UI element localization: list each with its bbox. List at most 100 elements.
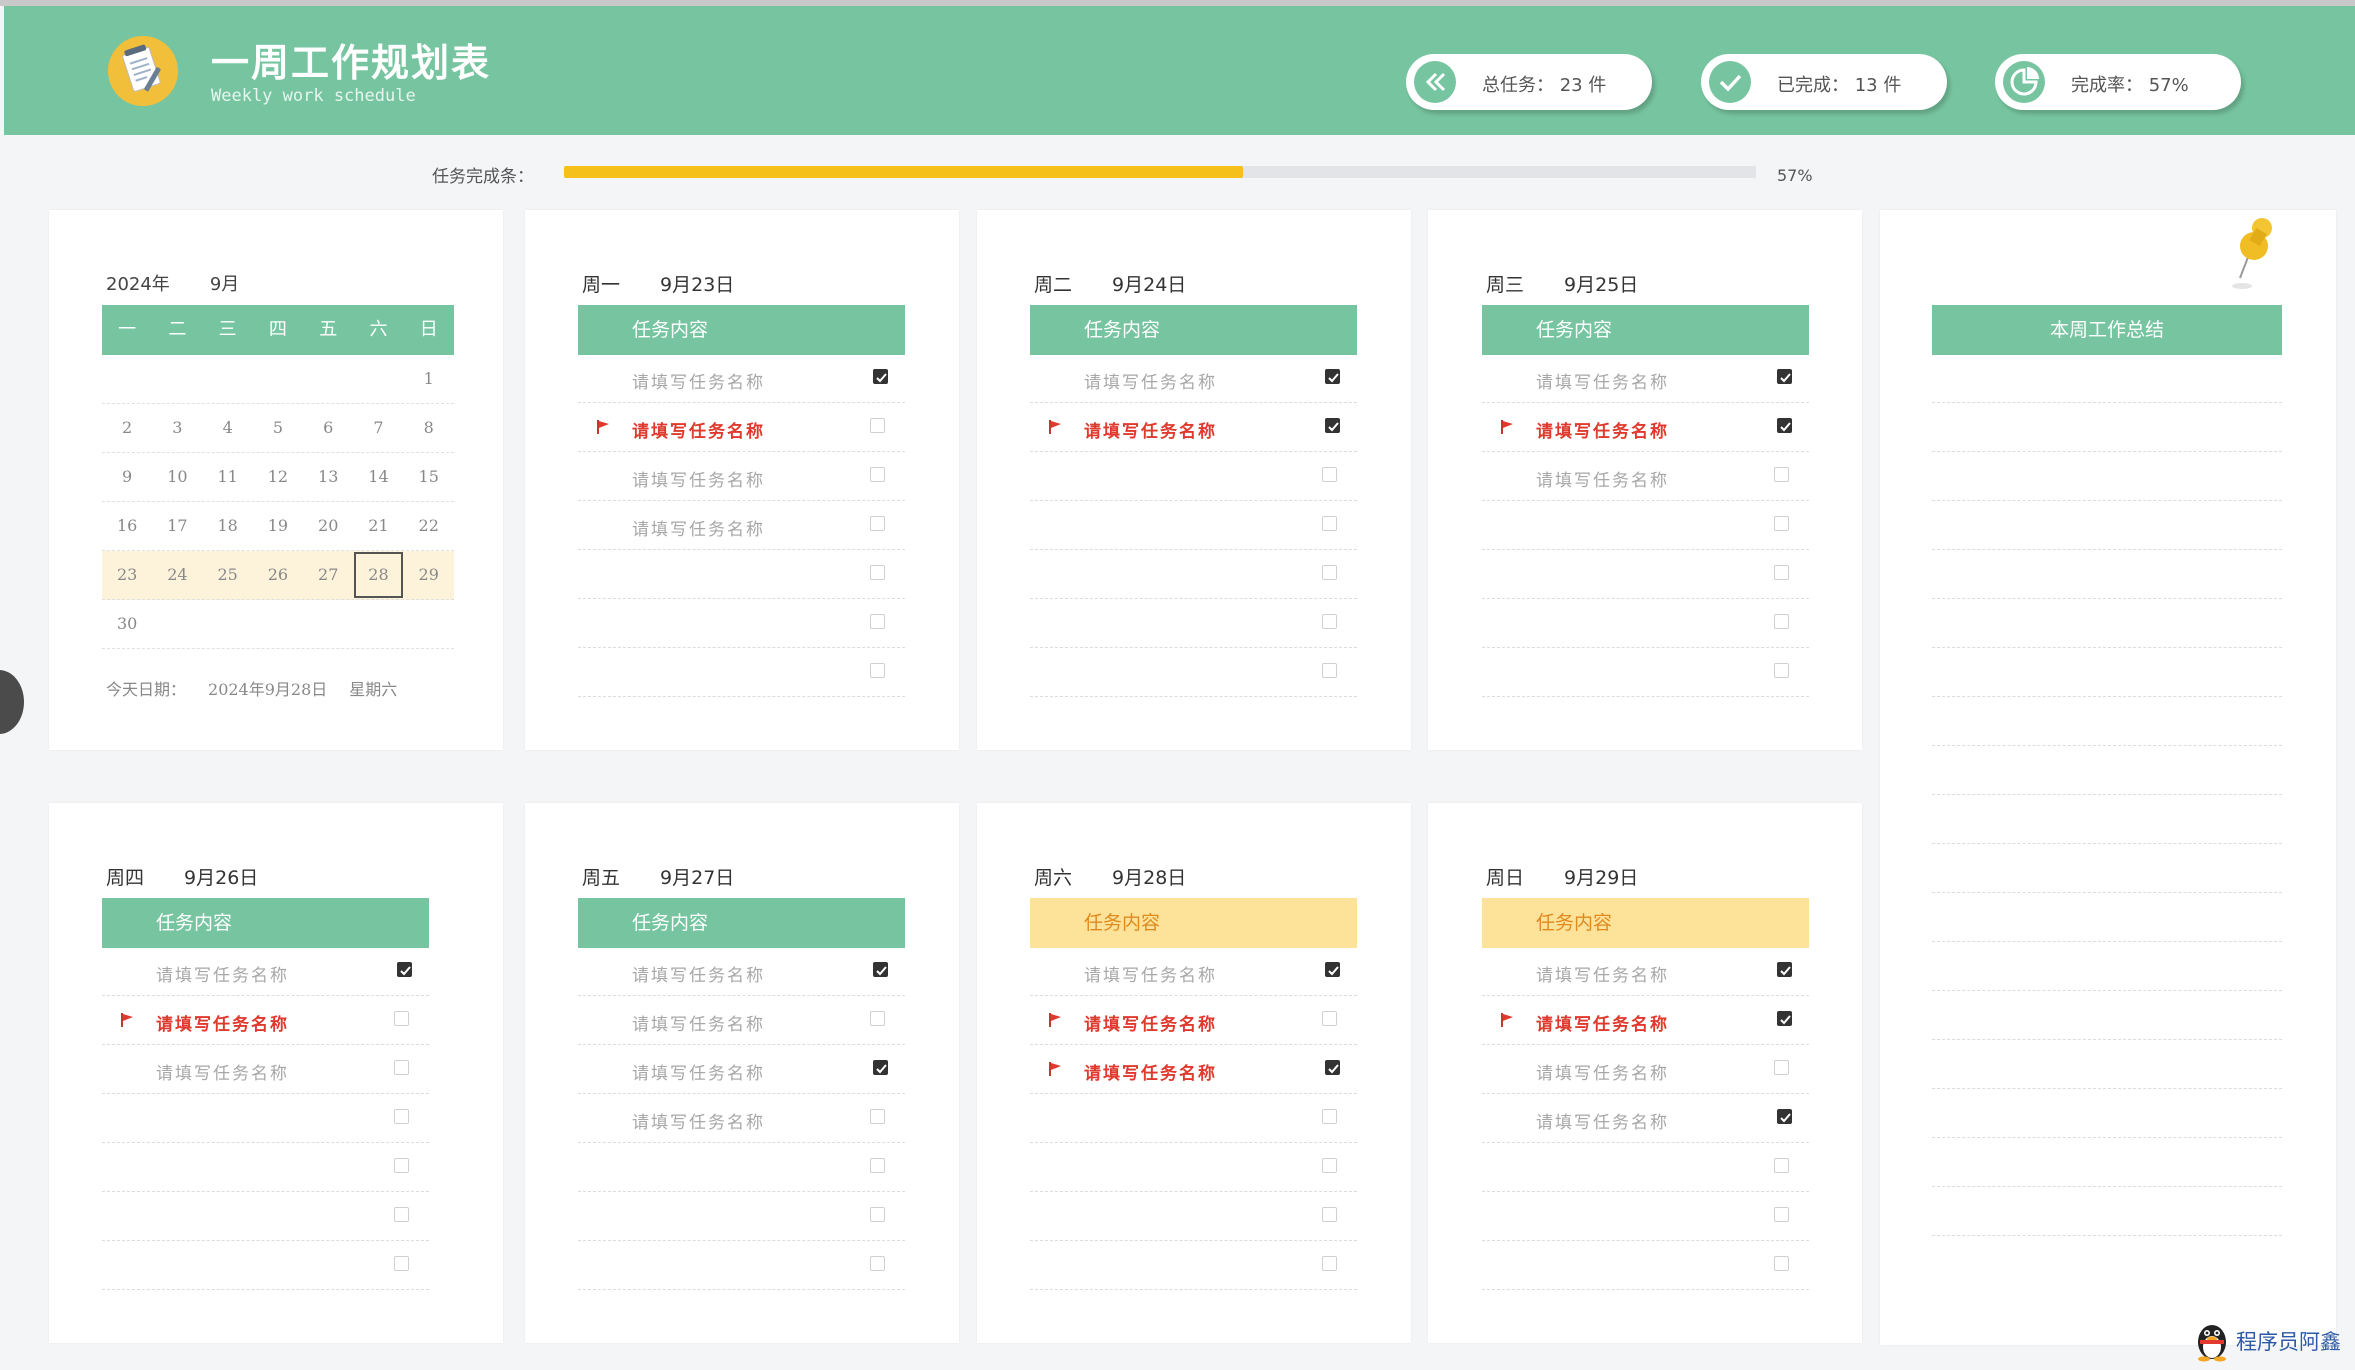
task-row[interactable] xyxy=(578,649,905,697)
summary-line[interactable] xyxy=(1932,698,2282,746)
task-done-checkbox[interactable] xyxy=(1777,418,1792,433)
task-done-checkbox[interactable] xyxy=(1777,1011,1792,1026)
task-done-checkbox[interactable] xyxy=(1774,1060,1789,1075)
task-done-checkbox[interactable] xyxy=(1325,369,1340,384)
task-row[interactable] xyxy=(1482,551,1809,599)
task-row[interactable]: 请填写任务名称 xyxy=(1030,355,1357,403)
task-row[interactable] xyxy=(1030,502,1357,550)
task-row[interactable] xyxy=(1030,551,1357,599)
task-done-checkbox[interactable] xyxy=(1322,467,1337,482)
task-done-checkbox[interactable] xyxy=(1774,614,1789,629)
summary-line[interactable] xyxy=(1932,1188,2282,1236)
task-row[interactable]: 请填写任务名称 xyxy=(102,1046,429,1094)
summary-line[interactable] xyxy=(1932,404,2282,452)
task-done-checkbox[interactable] xyxy=(1777,1109,1792,1124)
task-done-checkbox[interactable] xyxy=(870,1256,885,1271)
task-row[interactable] xyxy=(578,1144,905,1192)
task-done-checkbox[interactable] xyxy=(1777,369,1792,384)
summary-line[interactable] xyxy=(1932,992,2282,1040)
calendar-day[interactable]: 16 xyxy=(102,502,152,550)
calendar-day[interactable]: 15 xyxy=(404,453,454,501)
task-name[interactable]: 请填写任务名称 xyxy=(632,466,765,491)
task-name[interactable]: 请填写任务名称 xyxy=(1084,961,1217,986)
task-done-checkbox[interactable] xyxy=(394,1158,409,1173)
summary-line[interactable] xyxy=(1932,551,2282,599)
task-done-checkbox[interactable] xyxy=(1322,1158,1337,1173)
task-name[interactable]: 请填写任务名称 xyxy=(156,1010,289,1035)
task-done-checkbox[interactable] xyxy=(1774,1207,1789,1222)
task-done-checkbox[interactable] xyxy=(1325,418,1340,433)
task-row[interactable] xyxy=(578,1193,905,1241)
calendar-day[interactable]: 6 xyxy=(303,404,353,452)
task-done-checkbox[interactable] xyxy=(1322,516,1337,531)
task-done-checkbox[interactable] xyxy=(873,369,888,384)
calendar-day[interactable]: 28 xyxy=(353,551,403,599)
task-row[interactable]: 请填写任务名称 xyxy=(1482,1046,1809,1094)
task-name[interactable]: 请填写任务名称 xyxy=(632,417,765,442)
task-name[interactable]: 请填写任务名称 xyxy=(1084,1059,1217,1084)
task-name[interactable]: 请填写任务名称 xyxy=(632,1059,765,1084)
calendar-day[interactable]: 24 xyxy=(152,551,202,599)
summary-line[interactable] xyxy=(1932,1139,2282,1187)
task-name[interactable]: 请填写任务名称 xyxy=(632,1108,765,1133)
task-row[interactable]: 请填写任务名称 xyxy=(1030,948,1357,996)
task-row[interactable] xyxy=(1482,1242,1809,1290)
calendar-day[interactable]: 10 xyxy=(152,453,202,501)
task-done-checkbox[interactable] xyxy=(1322,1256,1337,1271)
side-collapse-handle[interactable] xyxy=(0,670,24,734)
task-name[interactable]: 请填写任务名称 xyxy=(1084,417,1217,442)
task-done-checkbox[interactable] xyxy=(870,467,885,482)
task-row[interactable]: 请填写任务名称 xyxy=(578,355,905,403)
task-done-checkbox[interactable] xyxy=(1322,614,1337,629)
task-name[interactable]: 请填写任务名称 xyxy=(1084,1010,1217,1035)
task-done-checkbox[interactable] xyxy=(1777,962,1792,977)
task-row[interactable]: 请填写任务名称 xyxy=(1482,404,1809,452)
task-row[interactable] xyxy=(1030,649,1357,697)
task-row[interactable] xyxy=(1482,1144,1809,1192)
summary-line[interactable] xyxy=(1932,796,2282,844)
calendar-day[interactable]: 19 xyxy=(253,502,303,550)
calendar-day[interactable]: 14 xyxy=(353,453,403,501)
calendar-day[interactable]: 27 xyxy=(303,551,353,599)
calendar-day[interactable]: 18 xyxy=(203,502,253,550)
task-row[interactable] xyxy=(102,1095,429,1143)
task-row[interactable] xyxy=(578,600,905,648)
task-done-checkbox[interactable] xyxy=(397,962,412,977)
task-done-checkbox[interactable] xyxy=(1774,663,1789,678)
task-name[interactable]: 请填写任务名称 xyxy=(1536,466,1669,491)
summary-line[interactable] xyxy=(1932,747,2282,795)
task-row[interactable]: 请填写任务名称 xyxy=(578,1095,905,1143)
calendar-day[interactable]: 2 xyxy=(102,404,152,452)
summary-line[interactable] xyxy=(1932,649,2282,697)
task-done-checkbox[interactable] xyxy=(394,1256,409,1271)
task-row[interactable] xyxy=(1482,600,1809,648)
task-done-checkbox[interactable] xyxy=(1322,565,1337,580)
calendar-day[interactable]: 23 xyxy=(102,551,152,599)
task-name[interactable]: 请填写任务名称 xyxy=(1536,368,1669,393)
task-row[interactable] xyxy=(1030,453,1357,501)
task-name[interactable]: 请填写任务名称 xyxy=(1536,961,1669,986)
task-done-checkbox[interactable] xyxy=(1774,1256,1789,1271)
task-row[interactable]: 请填写任务名称 xyxy=(578,997,905,1045)
calendar-day[interactable]: 17 xyxy=(152,502,202,550)
task-done-checkbox[interactable] xyxy=(870,1011,885,1026)
task-done-checkbox[interactable] xyxy=(1322,1011,1337,1026)
calendar-day[interactable]: 26 xyxy=(253,551,303,599)
calendar-day[interactable]: 20 xyxy=(303,502,353,550)
calendar-day[interactable]: 12 xyxy=(253,453,303,501)
task-row[interactable]: 请填写任务名称 xyxy=(578,404,905,452)
task-name[interactable]: 请填写任务名称 xyxy=(1536,1010,1669,1035)
task-row[interactable] xyxy=(1030,1242,1357,1290)
task-name[interactable]: 请填写任务名称 xyxy=(156,1059,289,1084)
task-name[interactable]: 请填写任务名称 xyxy=(1536,417,1669,442)
task-done-checkbox[interactable] xyxy=(870,614,885,629)
task-done-checkbox[interactable] xyxy=(870,663,885,678)
summary-line[interactable] xyxy=(1932,894,2282,942)
summary-line[interactable] xyxy=(1932,1090,2282,1138)
task-done-checkbox[interactable] xyxy=(870,418,885,433)
calendar-day[interactable]: 5 xyxy=(253,404,303,452)
calendar-day[interactable]: 8 xyxy=(404,404,454,452)
task-name[interactable]: 请填写任务名称 xyxy=(1084,368,1217,393)
calendar-day[interactable]: 25 xyxy=(203,551,253,599)
summary-line[interactable] xyxy=(1932,1041,2282,1089)
